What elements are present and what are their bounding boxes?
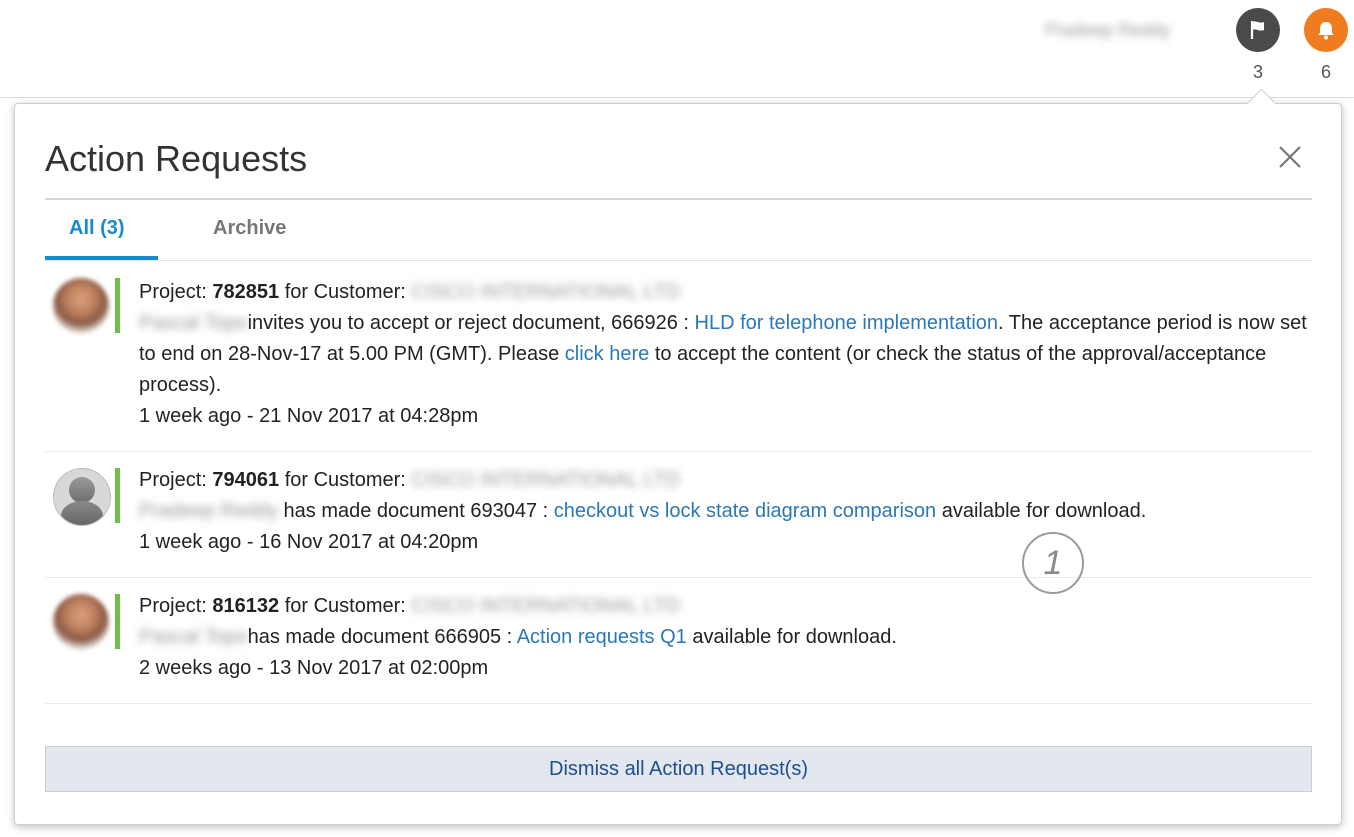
customer-name: CISCO INTERNATIONAL LTD bbox=[411, 595, 680, 617]
top-bar: Pradeep Reddy 3 6 bbox=[0, 0, 1354, 98]
avatar bbox=[53, 468, 111, 526]
avatar bbox=[53, 278, 109, 334]
project-number: 794061 bbox=[212, 469, 280, 491]
status-bar bbox=[115, 278, 120, 333]
document-link[interactable]: checkout vs lock state diagram compariso… bbox=[554, 500, 936, 522]
request-content: Project: 816132 for Customer: CISCO INTE… bbox=[139, 591, 1309, 684]
list-item: Project: 816132 for Customer: CISCO INTE… bbox=[45, 577, 1312, 704]
user-name[interactable]: Pradeep Reddy bbox=[1045, 20, 1170, 41]
request-text: available for download. bbox=[941, 500, 1147, 522]
request-text: invites you to accept or reject document… bbox=[247, 312, 689, 334]
notifications-flag-button[interactable] bbox=[1236, 8, 1280, 52]
request-text: has made document 693047 : bbox=[283, 500, 549, 522]
customer-name: CISCO INTERNATIONAL LTD bbox=[411, 469, 680, 491]
document-link[interactable]: HLD for telephone implementation bbox=[695, 312, 999, 334]
flag-count: 3 bbox=[1252, 62, 1263, 82]
bell-count: 6 bbox=[1320, 62, 1331, 82]
notifications-bell-button[interactable] bbox=[1304, 8, 1348, 52]
avatar bbox=[53, 594, 109, 650]
tab-all[interactable]: All (3) bbox=[69, 217, 125, 240]
status-bar bbox=[115, 594, 120, 649]
status-bar bbox=[115, 468, 120, 523]
page-title: Action Requests bbox=[45, 138, 308, 179]
request-content: Project: 794061 for Customer: CISCO INTE… bbox=[139, 465, 1309, 558]
dismiss-all-button[interactable]: Dismiss all Action Request(s) bbox=[45, 746, 1312, 792]
timestamp: 2 weeks ago - 13 Nov 2017 at 02:00pm bbox=[139, 657, 489, 679]
close-icon bbox=[1279, 146, 1301, 168]
bell-icon bbox=[1318, 22, 1334, 40]
customer-label: for Customer: bbox=[284, 281, 406, 303]
project-label: Project: bbox=[139, 595, 207, 617]
timestamp: 1 week ago - 21 Nov 2017 at 04:28pm bbox=[139, 405, 479, 427]
list-item: Project: 794061 for Customer: CISCO INTE… bbox=[45, 451, 1312, 578]
tab-archive[interactable]: Archive bbox=[213, 217, 286, 240]
customer-label: for Customer: bbox=[284, 469, 406, 491]
flag-icon bbox=[1250, 21, 1264, 39]
actor-name: Pradeep Reddy bbox=[139, 500, 278, 522]
list-item: Project: 782851 for Customer: CISCO INTE… bbox=[45, 261, 1312, 452]
timestamp: 1 week ago - 16 Nov 2017 at 04:20pm bbox=[139, 531, 479, 553]
close-button[interactable] bbox=[1277, 144, 1303, 170]
annotation-callout: 1 bbox=[1022, 532, 1084, 594]
click-here-link[interactable]: click here bbox=[565, 343, 649, 365]
action-requests-panel: Action Requests All (3) Archive Project:… bbox=[14, 88, 1342, 825]
document-link[interactable]: Action requests Q1 bbox=[517, 626, 687, 648]
customer-name: CISCO INTERNATIONAL LTD bbox=[411, 281, 680, 303]
project-number: 782851 bbox=[212, 281, 280, 303]
request-text: has made document 666905 : bbox=[247, 626, 513, 648]
request-text: available for download. bbox=[692, 626, 897, 648]
actor-name: Pascal Topo bbox=[139, 626, 248, 648]
avatar-head bbox=[69, 477, 95, 503]
actor-name: Pascal Topo bbox=[139, 312, 248, 334]
avatar-body bbox=[61, 501, 103, 525]
request-content: Project: 782851 for Customer: CISCO INTE… bbox=[139, 277, 1309, 432]
customer-label: for Customer: bbox=[284, 595, 406, 617]
project-label: Project: bbox=[139, 281, 207, 303]
project-label: Project: bbox=[139, 469, 207, 491]
title-divider bbox=[45, 198, 1312, 200]
project-number: 816132 bbox=[212, 595, 280, 617]
